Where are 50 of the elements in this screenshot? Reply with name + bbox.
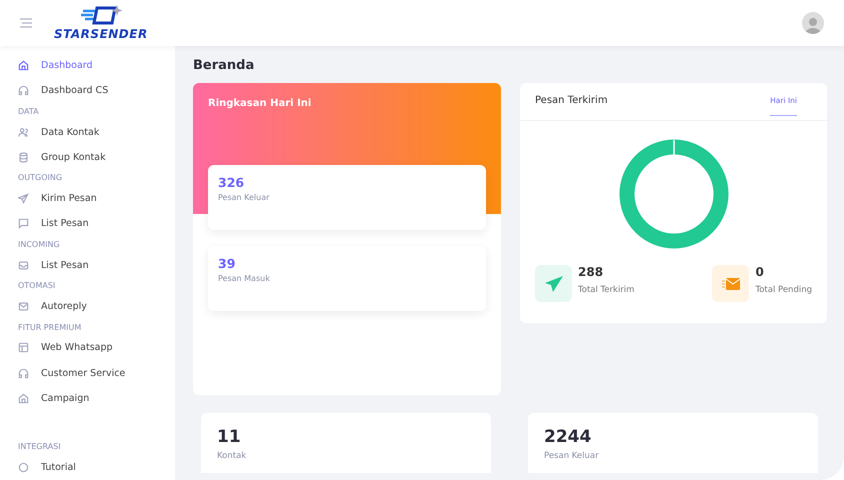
sidebar-section-title: DATA <box>18 106 40 118</box>
sidebar-item[interactable]: Group Kontak <box>18 144 175 170</box>
headphones-icon <box>18 85 29 96</box>
count-value: 11 <box>217 427 242 447</box>
inbox-icon <box>18 260 29 271</box>
sidebar-item[interactable]: Autoreply <box>18 294 175 320</box>
count-value: 2244 <box>544 427 592 447</box>
home-icon <box>18 60 29 72</box>
send-icon <box>18 193 29 204</box>
sidebar-item[interactable]: Data Kontak <box>18 120 175 145</box>
home-icon <box>18 392 29 404</box>
total-value: 0 <box>755 265 765 279</box>
sidebar-item[interactable]: Dashboard <box>18 53 175 78</box>
sidebar-section-title: FITUR PREMIUM <box>18 322 82 334</box>
users-icon <box>18 126 29 138</box>
stat-value: 326 <box>218 175 246 190</box>
total-label: Total Terkirim <box>578 285 634 295</box>
page-title: Beranda <box>193 58 256 73</box>
paper-plane-icon <box>544 276 562 292</box>
count-label: Pesan Keluar <box>544 451 600 461</box>
sidebar-section-title: INCOMING <box>18 238 61 251</box>
sidebar-section-title: OTOMASI <box>18 280 56 292</box>
stat-label: Pesan Keluar <box>218 193 270 202</box>
count-label: Kontak <box>217 451 248 461</box>
logo-text: STARSENDER <box>54 27 148 41</box>
sidebar-item[interactable]: Web Whatsapp <box>18 335 175 361</box>
sidebar-item[interactable]: List Pesan <box>18 211 175 236</box>
summary-title: Ringkasan Hari Ini <box>208 98 312 109</box>
total-label: Total Pending <box>755 285 812 295</box>
sidebar-item[interactable]: Campaign <box>18 386 175 411</box>
avatar-icon[interactable] <box>802 12 824 34</box>
sidebar-section-title: INTEGRASI <box>18 441 62 454</box>
envelope-icon <box>722 278 740 290</box>
stat-value: 39 <box>218 256 236 271</box>
message-icon <box>18 218 29 230</box>
stat-label: Pesan Masuk <box>218 274 271 283</box>
layout-icon <box>18 342 29 354</box>
logo-icon <box>78 5 123 27</box>
sidebar-item[interactable]: Kirim Pesan <box>18 186 175 212</box>
card-title: Pesan Terkirim <box>535 95 608 106</box>
mail-icon <box>18 301 29 312</box>
total-value: 288 <box>578 265 604 279</box>
sidebar-item[interactable]: List Pesan <box>18 252 175 278</box>
sidebar-item[interactable]: Customer Service <box>18 360 175 386</box>
sidebar-item[interactable]: Tutorial <box>18 455 175 480</box>
menu-icon[interactable] <box>20 18 32 28</box>
database-icon <box>18 152 29 163</box>
sidebar-item[interactable]: Dashboard CS <box>18 78 175 104</box>
sidebar-section-title: OUTGOING <box>18 172 64 184</box>
headphones-icon <box>18 368 29 379</box>
